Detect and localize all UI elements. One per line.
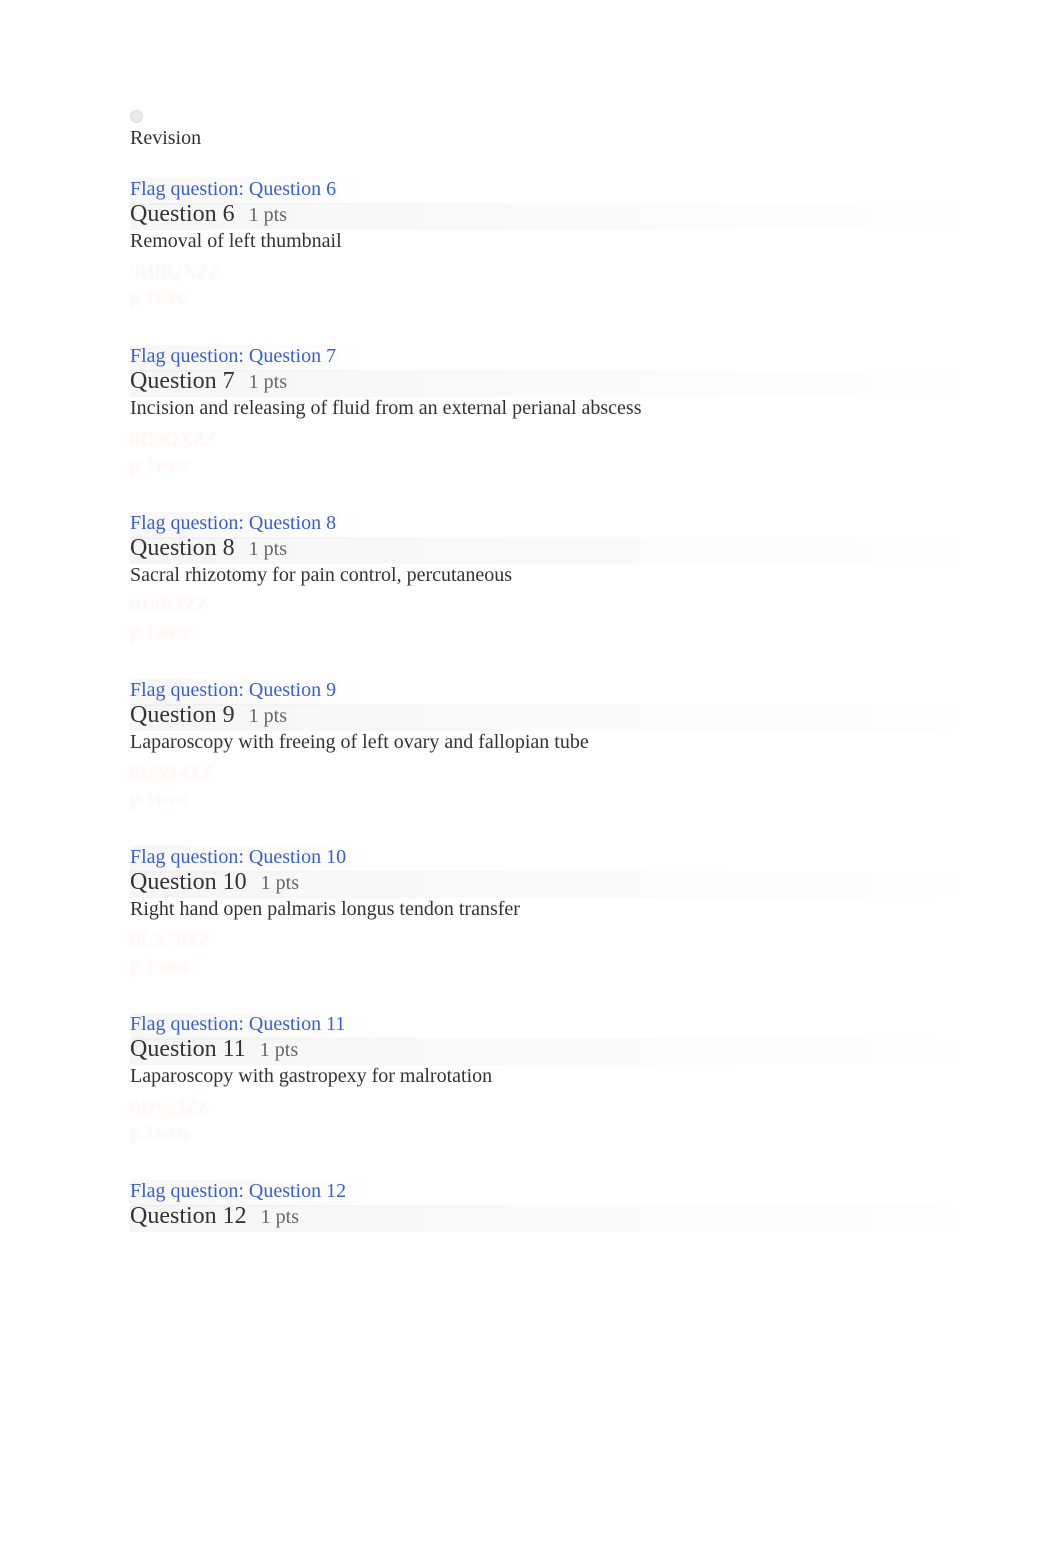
answer-area-7: 0D9QXZZ p.1weu <box>130 426 932 478</box>
answer-blur-10b: p.1weu <box>130 953 932 979</box>
question-header-9: Question 9 1 pts <box>130 702 932 729</box>
question-header-7: Question 7 1 pts <box>130 368 932 395</box>
answer-blur-10a: 0LX70ZZ <box>130 927 932 953</box>
question-block-6: Flag question: Question 6 Question 6 1 p… <box>130 178 932 311</box>
question-header-6: Question 6 1 pts <box>130 201 932 228</box>
question-pts-8: 1 pts <box>249 538 287 561</box>
flag-link-11[interactable]: Flag question: Question 11 <box>130 1013 345 1035</box>
question-block-8: Flag question: Question 8 Question 8 1 p… <box>130 512 932 645</box>
question-text-6: Removal of left thumbnail <box>130 230 932 253</box>
question-title-10: Question 10 <box>130 869 247 896</box>
question-pts-11: 1 pts <box>260 1039 298 1062</box>
answer-area-8: 018R3ZZ p.1weu <box>130 593 932 645</box>
radio-option-revision <box>130 110 932 123</box>
answer-area-11: 0DS64ZZ p.1weu <box>130 1094 932 1146</box>
revision-label: Revision <box>130 127 932 150</box>
answer-blur-8a: 018R3ZZ <box>130 593 932 619</box>
question-title-7: Question 7 <box>130 368 235 395</box>
flag-link-10[interactable]: Flag question: Question 10 <box>130 846 346 868</box>
question-header-12: Question 12 1 pts <box>130 1203 932 1230</box>
question-title-11: Question 11 <box>130 1036 246 1063</box>
question-text-9: Laparoscopy with freeing of left ovary a… <box>130 731 932 754</box>
question-pts-9: 1 pts <box>249 705 287 728</box>
answer-blur-8b: p.1weu <box>130 619 932 645</box>
question-pts-7: 1 pts <box>249 371 287 394</box>
answer-blur-9a: 0UN14ZZ <box>130 760 932 786</box>
question-title-6: Question 6 <box>130 201 235 228</box>
question-text-7: Incision and releasing of fluid from an … <box>130 397 932 420</box>
question-text-10: Right hand open palmaris longus tendon t… <box>130 898 932 921</box>
answer-blur-7a: 0D9QXZZ <box>130 426 932 452</box>
question-block-11: Flag question: Question 11 Question 11 1… <box>130 1013 932 1146</box>
answer-area-6: 0HBQXZZ p.1weu <box>130 259 932 311</box>
question-block-9: Flag question: Question 9 Question 9 1 p… <box>130 679 932 812</box>
question-pts-10: 1 pts <box>261 872 299 895</box>
flag-link-8[interactable]: Flag question: Question 8 <box>130 512 336 534</box>
answer-blur-11b: p.1weu <box>130 1120 932 1146</box>
answer-blur-9b: p.1weu <box>130 786 932 812</box>
question-block-10: Flag question: Question 10 Question 10 1… <box>130 846 932 979</box>
answer-blur-7b: p.1weu <box>130 452 932 478</box>
question-header-8: Question 8 1 pts <box>130 535 932 562</box>
question-header-10: Question 10 1 pts <box>130 869 932 896</box>
question-pts-6: 1 pts <box>249 204 287 227</box>
question-text-8: Sacral rhizotomy for pain control, percu… <box>130 564 932 587</box>
question-text-11: Laparoscopy with gastropexy for malrotat… <box>130 1065 932 1088</box>
answer-blur-6a: 0HBQXZZ <box>130 259 932 285</box>
question-block-12: Flag question: Question 12 Question 12 1… <box>130 1180 932 1230</box>
question-title-12: Question 12 <box>130 1203 247 1230</box>
question-title-9: Question 9 <box>130 702 235 729</box>
answer-area-9: 0UN14ZZ p.1weu <box>130 760 932 812</box>
flag-link-6[interactable]: Flag question: Question 6 <box>130 178 336 200</box>
question-pts-12: 1 pts <box>261 1206 299 1229</box>
question-title-8: Question 8 <box>130 535 235 562</box>
answer-blur-6b: p.1weu <box>130 285 932 311</box>
answer-blur-11a: 0DS64ZZ <box>130 1094 932 1120</box>
flag-link-7[interactable]: Flag question: Question 7 <box>130 345 336 367</box>
flag-link-9[interactable]: Flag question: Question 9 <box>130 679 336 701</box>
radio-icon[interactable] <box>130 110 143 123</box>
answer-area-10: 0LX70ZZ p.1weu <box>130 927 932 979</box>
flag-link-12[interactable]: Flag question: Question 12 <box>130 1180 346 1202</box>
question-block-7: Flag question: Question 7 Question 7 1 p… <box>130 345 932 478</box>
question-header-11: Question 11 1 pts <box>130 1036 932 1063</box>
